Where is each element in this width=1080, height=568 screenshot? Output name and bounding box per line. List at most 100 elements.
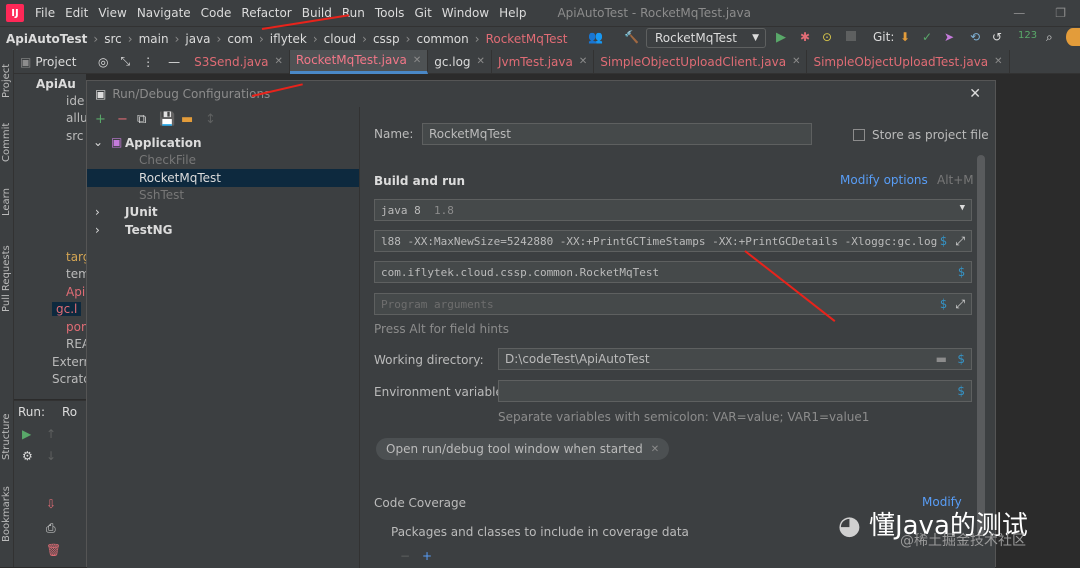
close-icon[interactable]: ✕: [579, 56, 587, 67]
project-view-selector[interactable]: ▣ Project: [14, 55, 92, 69]
translate-icon[interactable]: 123: [1018, 30, 1037, 41]
tab-jvmtest[interactable]: JvmTest.java ✕: [492, 49, 595, 74]
chevron-down-icon[interactable]: ⌄: [93, 135, 103, 149]
down-icon[interactable]: ↓: [46, 449, 56, 463]
menu-view[interactable]: View: [98, 6, 126, 20]
crumb-cssp[interactable]: cssp: [373, 32, 400, 46]
git-history-icon[interactable]: ⟲: [970, 30, 980, 44]
close-icon[interactable]: ✕: [994, 56, 1002, 67]
dollar-icon[interactable]: $: [940, 297, 947, 311]
tree-junit[interactable]: JUnit: [125, 205, 158, 219]
side-tab-bookmarks[interactable]: Bookmarks: [1, 486, 12, 542]
menu-run[interactable]: Run: [342, 6, 365, 20]
dollar-icon[interactable]: $: [958, 265, 965, 279]
run-icon[interactable]: ▶: [776, 30, 786, 45]
crumb-project[interactable]: ApiAutoTest: [6, 32, 87, 46]
side-tab-learn[interactable]: Learn: [1, 188, 12, 216]
tree-config-sshtest[interactable]: SshTest: [139, 188, 184, 202]
scroll-end-icon[interactable]: ⇩: [46, 497, 56, 511]
expand-icon[interactable]: ⤢: [955, 234, 965, 249]
name-field[interactable]: RocketMqTest: [422, 123, 812, 145]
menu-edit[interactable]: Edit: [65, 6, 88, 20]
remove-icon[interactable]: −: [117, 112, 128, 127]
close-icon[interactable]: ✕: [792, 56, 800, 67]
git-commit-icon[interactable]: ✓: [922, 30, 932, 44]
menu-refactor[interactable]: Refactor: [241, 6, 291, 20]
avatar[interactable]: [1066, 28, 1080, 46]
menu-help[interactable]: Help: [499, 6, 526, 20]
more-icon[interactable]: ⋮: [142, 55, 154, 69]
rollback-icon[interactable]: ↺: [992, 30, 1002, 44]
tree-testng[interactable]: TestNG: [125, 223, 173, 237]
dollar-icon[interactable]: $: [957, 384, 965, 398]
store-checkbox[interactable]: [853, 129, 865, 141]
crumb-common[interactable]: common: [416, 32, 468, 46]
tree-config-checkfile[interactable]: CheckFile: [139, 153, 196, 167]
save-icon[interactable]: 💾: [159, 112, 175, 127]
tab-simpleobjectuploadclient[interactable]: SimpleObjectUploadClient.java ✕: [594, 49, 808, 74]
search-icon[interactable]: ⌕: [1046, 30, 1053, 45]
crumb-java[interactable]: java: [185, 32, 210, 46]
git-push-icon[interactable]: ➤: [944, 30, 954, 44]
coverage-icon[interactable]: ⊙: [822, 30, 832, 44]
collapse-icon[interactable]: ⤡: [120, 54, 130, 69]
close-icon[interactable]: ✕: [413, 55, 421, 66]
vm-options-field[interactable]: l88 -XX:MaxNewSize=5242880 -XX:+PrintGCT…: [374, 230, 972, 252]
side-tab-pull-requests[interactable]: Pull Requests: [1, 245, 12, 312]
close-icon[interactable]: ✕: [969, 86, 981, 102]
folder-icon[interactable]: ▬: [181, 112, 193, 127]
side-tab-structure[interactable]: Structure: [1, 413, 12, 460]
scrollbar[interactable]: [977, 155, 985, 535]
tree-config-rocketmqtest[interactable]: RocketMqTest: [139, 171, 221, 185]
menu-window[interactable]: Window: [442, 6, 489, 20]
close-icon[interactable]: ✕: [275, 56, 283, 67]
crumb-cloud[interactable]: cloud: [324, 32, 357, 46]
menu-code[interactable]: Code: [201, 6, 232, 20]
settings-icon[interactable]: ⚙: [22, 449, 33, 463]
delete-icon[interactable]: 🗑: [46, 543, 61, 557]
chevron-right-icon[interactable]: ›: [95, 205, 100, 219]
up-icon[interactable]: ↑: [46, 427, 56, 441]
restore-icon[interactable]: ❐: [1055, 6, 1066, 20]
menu-tools[interactable]: Tools: [375, 6, 405, 20]
copy-icon[interactable]: ⧉: [137, 112, 146, 127]
open-tool-window-chip[interactable]: Open run/debug tool window when started ✕: [376, 438, 670, 460]
side-tab-project[interactable]: Project: [1, 64, 12, 98]
target-icon[interactable]: ◎: [98, 55, 108, 69]
main-class-field[interactable]: com.iflytek.cloud.cssp.common.RocketMqTe…: [374, 261, 972, 283]
close-icon[interactable]: ✕: [477, 56, 485, 67]
modify-options-link[interactable]: Modify options: [840, 173, 928, 187]
add-icon[interactable]: +: [95, 112, 106, 127]
user-icon[interactable]: 👥: [588, 30, 603, 44]
run-configuration-select[interactable]: RocketMqTest ▼: [646, 28, 766, 48]
rerun-icon[interactable]: ▶: [22, 427, 31, 441]
dollar-icon[interactable]: $: [940, 234, 947, 248]
chevron-right-icon[interactable]: ›: [95, 223, 100, 237]
run-tab[interactable]: Ro: [62, 405, 77, 419]
folder-icon[interactable]: ▬: [936, 352, 947, 366]
program-arguments-field[interactable]: Program arguments $ ⤢: [374, 293, 972, 315]
git-update-icon[interactable]: ⬇: [900, 30, 910, 44]
crumb-iflytek[interactable]: iflytek: [270, 32, 307, 46]
tree-item[interactable]: gc.l: [52, 302, 82, 316]
working-dir-field[interactable]: D:\codeTest\ApiAutoTest ▬ $: [498, 348, 972, 370]
tab-s3send[interactable]: S3Send.java ✕: [188, 49, 290, 74]
env-field[interactable]: $: [498, 380, 972, 402]
tree-item[interactable]: ide: [66, 94, 84, 108]
crumb-src[interactable]: src: [104, 32, 122, 46]
print-icon[interactable]: ⎙: [46, 521, 56, 536]
debug-icon[interactable]: ✱: [800, 30, 810, 44]
sort-icon[interactable]: ↕: [205, 112, 216, 127]
dollar-icon[interactable]: $: [957, 352, 965, 366]
menu-navigate[interactable]: Navigate: [137, 6, 191, 20]
stop-icon[interactable]: [846, 31, 856, 41]
tree-item[interactable]: src: [66, 129, 84, 143]
tree-item[interactable]: ApiAu: [36, 77, 76, 91]
menu-git[interactable]: Git: [414, 6, 431, 20]
jdk-select[interactable]: java 8 1.8 ▼: [374, 199, 972, 221]
menu-file[interactable]: File: [35, 6, 55, 20]
tree-application[interactable]: Application: [125, 136, 202, 150]
add-icon[interactable]: +: [422, 549, 432, 563]
remove-icon[interactable]: −: [400, 549, 410, 563]
tab-gclog[interactable]: gc.log ✕: [428, 49, 492, 74]
